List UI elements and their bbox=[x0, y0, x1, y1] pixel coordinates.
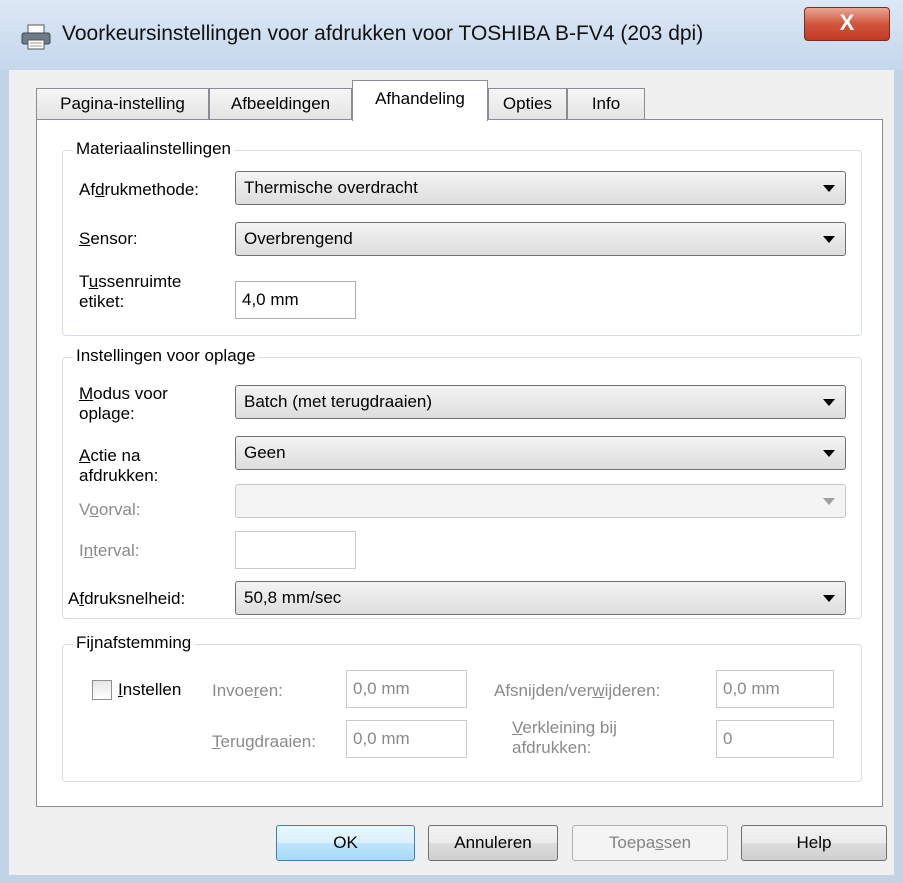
apply-button[interactable]: Toepassen bbox=[572, 825, 728, 861]
action-label: Actie na afdrukken: bbox=[79, 446, 159, 485]
backfeed-input[interactable]: 0,0 mm bbox=[346, 720, 467, 758]
sensor-label: Sensor: bbox=[79, 229, 138, 248]
chevron-down-icon bbox=[823, 399, 835, 406]
gap-input[interactable]: 4,0 mm bbox=[235, 281, 356, 319]
chevron-down-icon bbox=[823, 236, 835, 243]
cancel-button[interactable]: Annuleren bbox=[428, 825, 558, 861]
prefix-label: Voorval: bbox=[79, 500, 141, 519]
cut-input[interactable]: 0,0 mm bbox=[716, 670, 834, 708]
speed-value: 50,8 mm/sec bbox=[244, 588, 342, 607]
issue-legend: Instellingen voor oplage bbox=[73, 346, 259, 366]
backfeed-label: Terugdraaien: bbox=[212, 732, 316, 751]
chevron-down-icon bbox=[823, 185, 835, 192]
reduce-input[interactable]: 0 bbox=[716, 720, 834, 758]
interval-label: Interval: bbox=[79, 541, 140, 560]
action-value: Geen bbox=[244, 443, 286, 462]
issue-mode-value: Batch (met terugdraaien) bbox=[244, 392, 433, 411]
tab-info[interactable]: Info bbox=[567, 88, 645, 120]
chevron-down-icon bbox=[823, 595, 835, 602]
issue-mode-label: Modus voor oplage: bbox=[79, 384, 168, 423]
finetune-checkbox[interactable] bbox=[92, 680, 112, 700]
material-legend: Materiaalinstellingen bbox=[73, 139, 234, 159]
action-select[interactable]: Geen bbox=[235, 436, 846, 470]
tab-pagina-instelling[interactable]: Pagina-instelling bbox=[36, 88, 209, 120]
feed-input[interactable]: 0,0 mm bbox=[346, 670, 467, 708]
finetune-legend: Fijnafstemming bbox=[73, 633, 195, 653]
print-method-select[interactable]: Thermische overdracht bbox=[235, 171, 846, 205]
sensor-select[interactable]: Overbrengend bbox=[235, 222, 846, 256]
print-method-label: Afdrukmethode: bbox=[79, 180, 200, 199]
close-button[interactable]: X bbox=[804, 7, 890, 41]
issue-mode-select[interactable]: Batch (met terugdraaien) bbox=[235, 385, 846, 419]
tab-label: Info bbox=[591, 94, 621, 113]
feed-label: Invoeren: bbox=[212, 681, 283, 700]
speed-select[interactable]: 50,8 mm/sec bbox=[235, 581, 846, 615]
prefix-select[interactable] bbox=[235, 484, 846, 518]
ok-button[interactable]: OK bbox=[276, 825, 415, 861]
help-button[interactable]: Help bbox=[741, 825, 887, 861]
print-method-value: Thermische overdracht bbox=[244, 178, 418, 197]
chevron-down-icon bbox=[823, 450, 835, 457]
tab-label: Pagina-instelling bbox=[60, 94, 185, 113]
cut-label: Afsnijden/verwijderen: bbox=[494, 681, 661, 700]
finetune-checkbox-label[interactable]: Instellen bbox=[118, 680, 181, 700]
speed-label: Afdruksnelheid: bbox=[68, 589, 186, 608]
tab-afhandeling[interactable]: Afhandeling bbox=[352, 80, 488, 121]
chevron-down-icon bbox=[823, 498, 835, 505]
tab-opties[interactable]: Opties bbox=[488, 88, 567, 120]
close-icon: X bbox=[839, 10, 855, 35]
tab-label: Afhandeling bbox=[375, 89, 465, 108]
reduce-label: Verkleining bij afdrukken: bbox=[512, 718, 617, 757]
interval-input[interactable] bbox=[235, 531, 356, 569]
gap-label: Tussenruimte etiket: bbox=[79, 272, 182, 311]
tab-label: Opties bbox=[502, 94, 553, 113]
window-title: Voorkeursinstellingen voor afdrukken voo… bbox=[62, 22, 704, 45]
tab-label: Afbeeldingen bbox=[230, 94, 331, 113]
sensor-value: Overbrengend bbox=[244, 229, 353, 248]
printer-icon bbox=[20, 24, 52, 50]
tab-afbeeldingen[interactable]: Afbeeldingen bbox=[209, 88, 352, 120]
finetune-group bbox=[62, 644, 862, 782]
